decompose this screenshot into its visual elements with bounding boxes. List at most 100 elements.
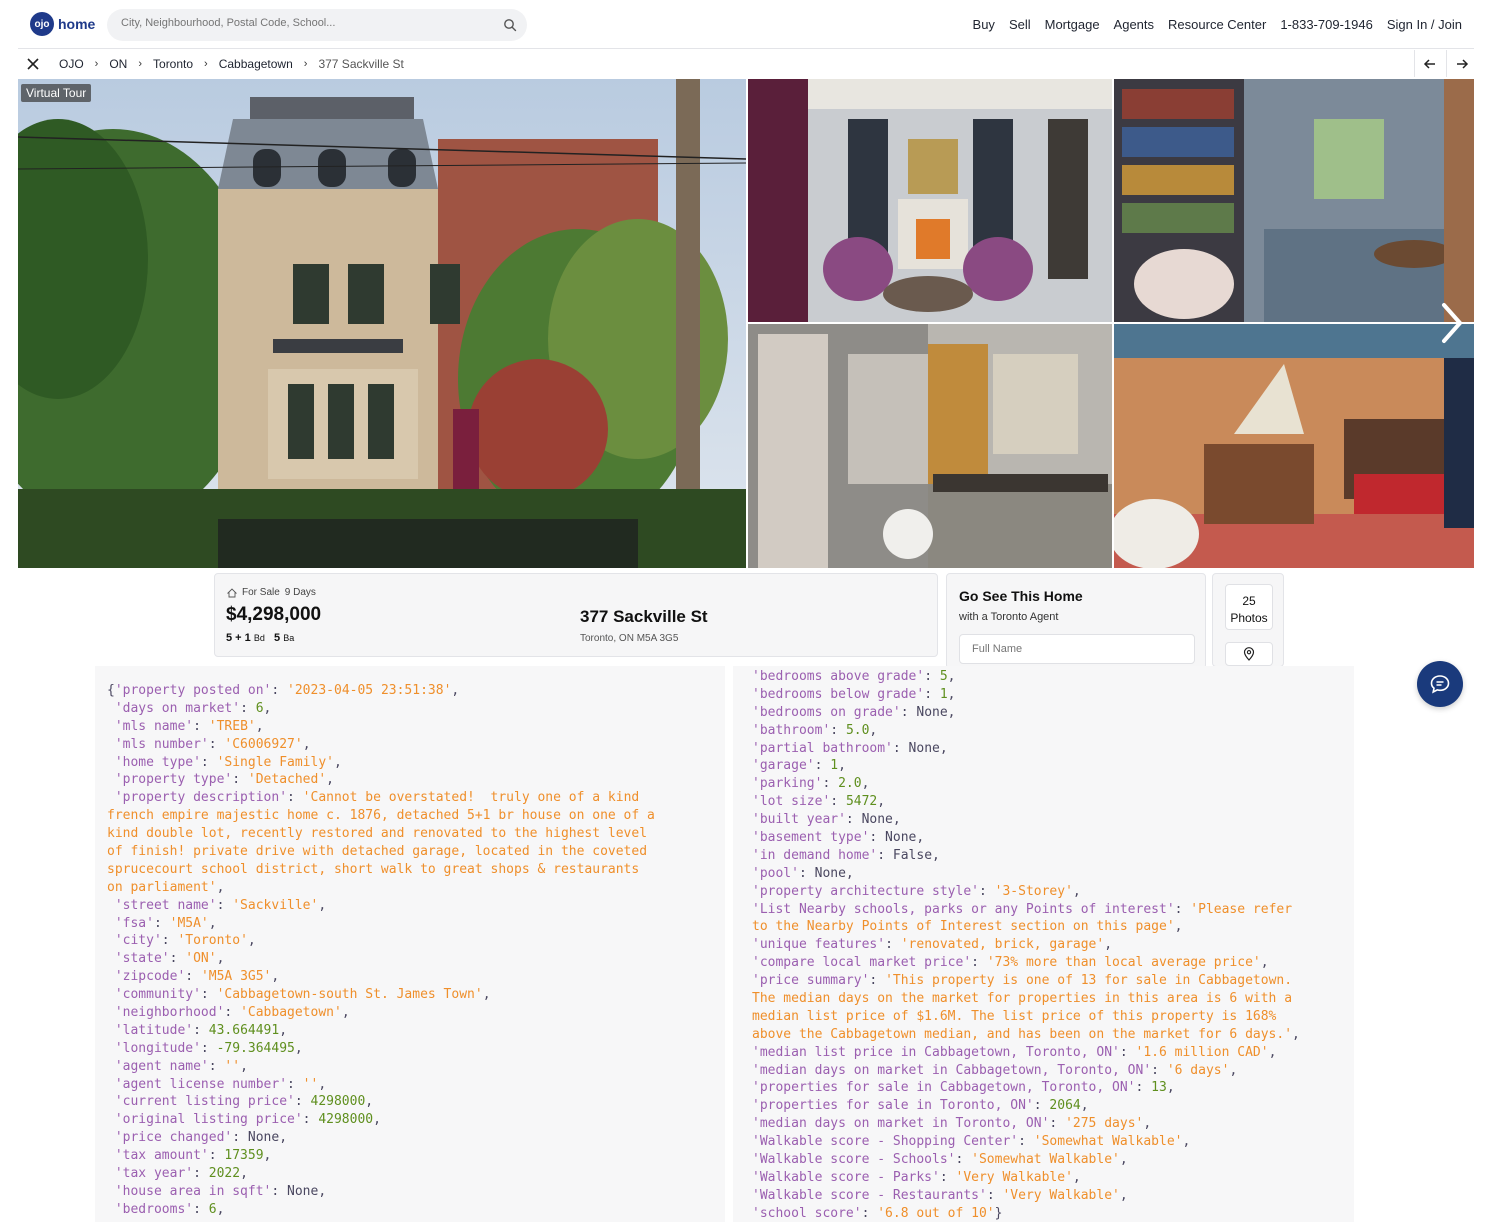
gallery-photo[interactable] <box>1114 79 1474 322</box>
code-line: 'basement type': None, <box>752 829 1354 847</box>
chat-button[interactable] <box>1417 661 1463 707</box>
code-line: 'parking': 2.0, <box>752 775 1354 793</box>
contact-agent-card: Go See This Home with a Toronto Agent <box>946 573 1206 669</box>
nav-phone[interactable]: 1-833-709-1946 <box>1280 17 1373 32</box>
code-token: '' <box>224 1058 241 1074</box>
code-token: : <box>193 1166 209 1182</box>
code-token: , <box>294 1040 303 1056</box>
code-line: to the Nearby Points of Interest section… <box>752 918 1354 936</box>
nav-mortgage[interactable]: Mortgage <box>1045 17 1100 32</box>
code-output-left: {'property posted on': '2023-04-05 23:51… <box>95 666 725 1222</box>
code-token: '6.8 out of 10' <box>877 1205 995 1221</box>
code-token: : <box>287 790 303 806</box>
code-token: , <box>271 969 280 985</box>
previous-listing-button[interactable] <box>1414 50 1444 77</box>
code-token: 'Detached' <box>247 772 327 788</box>
code-line: 'house area in sqft': None, <box>107 1183 725 1201</box>
code-token: '1.6 million CAD' <box>1135 1044 1269 1060</box>
photos-count-button[interactable]: 25 Photos <box>1225 584 1273 630</box>
code-token: , <box>451 683 460 698</box>
code-line: sprucecourt school district, short walk … <box>107 861 725 879</box>
full-name-input[interactable] <box>959 634 1195 664</box>
nav-sell[interactable]: Sell <box>1009 17 1031 32</box>
code-token: 'TREB' <box>208 718 256 734</box>
chat-icon <box>1430 675 1450 694</box>
gallery-photo[interactable] <box>748 324 1112 568</box>
code-token: : <box>971 955 987 971</box>
code-token: 'tax amount' <box>114 1148 209 1164</box>
code-token: , <box>1268 1044 1277 1060</box>
code-token: 'agent license number' <box>114 1076 288 1092</box>
ojo-home-logo[interactable]: ojo home <box>30 12 95 36</box>
code-token: french empire majestic home c. 1876, det… <box>107 808 655 824</box>
close-icon[interactable] <box>25 56 41 72</box>
code-line: 'bedrooms above grade': 5, <box>752 668 1354 686</box>
code-token: , <box>333 754 342 770</box>
code-token: 'longitude' <box>114 1040 201 1056</box>
nav-sign-in[interactable]: Sign In / Join <box>1387 17 1462 32</box>
code-token: , <box>216 879 225 895</box>
code-token: 1 <box>939 686 948 702</box>
code-token: : <box>924 686 940 702</box>
code-line: 'street name': 'Sackville', <box>107 897 725 915</box>
code-line: 'state': 'ON', <box>107 950 725 968</box>
code-token: 'Please refer <box>1190 901 1293 917</box>
code-token: 'Somewhat Walkable' <box>971 1152 1120 1168</box>
breadcrumb-neighbourhood[interactable]: Cabbagetown <box>219 57 293 71</box>
code-token: , <box>216 951 225 967</box>
code-token: : <box>939 1169 956 1185</box>
code-token: on parliament' <box>107 879 217 895</box>
listing-price: $4,298,000 <box>226 604 322 625</box>
code-token: 'median list price in Cabbagetown, Toron… <box>752 1044 1120 1060</box>
code-token: 'property posted on' <box>114 683 272 698</box>
map-button[interactable] <box>1225 642 1273 666</box>
nav-agents[interactable]: Agents <box>1114 17 1154 32</box>
code-token: : <box>924 669 940 684</box>
code-token: , <box>861 776 870 792</box>
code-line: 'Walkable score - Restaurants': 'Very Wa… <box>752 1187 1354 1205</box>
code-token: to the Nearby Points of Interest section… <box>752 919 1175 935</box>
code-token: 'Sackville' <box>232 897 319 913</box>
code-token: : <box>885 937 901 953</box>
next-listing-button[interactable] <box>1446 50 1476 77</box>
chevron-right-icon[interactable] <box>1436 301 1466 345</box>
code-token: 'median days on market in Toronto, ON' <box>752 1116 1050 1132</box>
code-token: 17359 <box>224 1148 264 1164</box>
virtual-tour-badge[interactable]: Virtual Tour <box>21 84 92 102</box>
agent-card-title: Go See This Home <box>959 588 1083 604</box>
nav-resource-center[interactable]: Resource Center <box>1168 17 1266 32</box>
main-exterior-photo[interactable]: Virtual Tour <box>18 79 746 568</box>
code-token: 'Cannot be overstated! truly one of a ki… <box>302 790 640 806</box>
code-line: 'price changed': None, <box>107 1129 725 1147</box>
gallery-photo[interactable] <box>748 79 1112 322</box>
code-token: { <box>107 683 115 698</box>
breadcrumb-province[interactable]: ON <box>109 57 127 71</box>
code-token: 'latitude' <box>114 1022 194 1038</box>
code-token: 'bedrooms above grade' <box>752 669 925 684</box>
code-token: 6 <box>255 700 264 716</box>
code-token: : <box>208 736 225 752</box>
code-line: {'property posted on': '2023-04-05 23:51… <box>107 682 725 700</box>
gallery-photo[interactable] <box>1114 324 1474 568</box>
nav-buy[interactable]: Buy <box>973 17 995 32</box>
bath-count: 5 <box>274 632 281 644</box>
code-token: 'bedrooms' <box>114 1201 194 1217</box>
code-token: , <box>302 736 311 752</box>
code-line: kind double lot, recently restored and r… <box>107 825 725 843</box>
search-input[interactable] <box>121 17 481 29</box>
code-token: : <box>232 772 248 788</box>
code-token: 4298000 <box>318 1112 374 1128</box>
code-token: : <box>861 1205 878 1221</box>
breadcrumb-city[interactable]: Toronto <box>153 57 193 71</box>
code-token: 'bathroom' <box>752 722 831 738</box>
breadcrumb-ojo[interactable]: OJO <box>59 57 84 71</box>
code-token: 'Walkable score - Shopping Center' <box>752 1134 1019 1150</box>
code-token: 4298000 <box>310 1094 366 1110</box>
search-icon[interactable] <box>503 18 517 32</box>
code-output-right: 'bedrooms above grade': 5,'bedrooms belo… <box>733 666 1354 1222</box>
